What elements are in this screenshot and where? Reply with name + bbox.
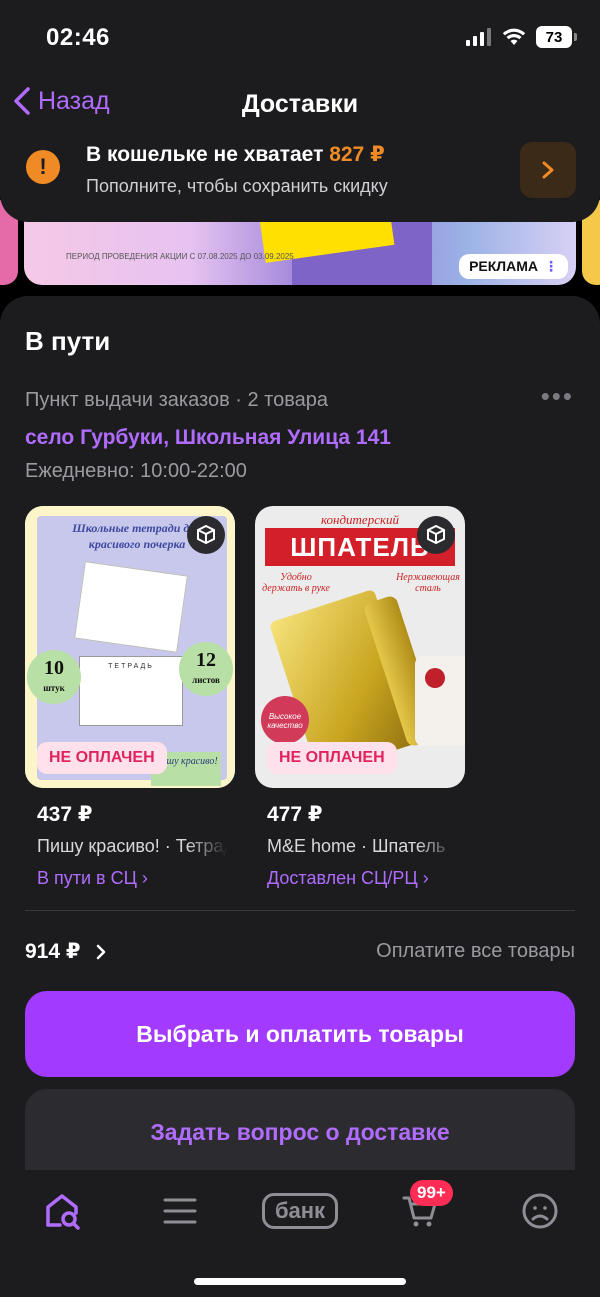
pickup-address[interactable]: село Гурбуки, Школьная Улица 141: [25, 426, 391, 450]
wallet-amount: 827 ₽: [329, 143, 385, 166]
product-image[interactable]: Школьные тетради для красивого почерка Т…: [25, 506, 235, 788]
image-quality-seal: Высокое качество: [261, 696, 309, 744]
home-indicator[interactable]: [194, 1278, 406, 1285]
image-note-left: Удобно держать в руке: [262, 572, 330, 594]
return-box-icon[interactable]: [187, 516, 225, 554]
section-title: В пути: [25, 326, 111, 356]
status-bar: 02:46 73: [0, 0, 600, 76]
badge-sheets-unit: листов: [192, 675, 220, 685]
product-status-link[interactable]: Доставлен СЦ/РЦ ›: [267, 868, 429, 889]
ad-label-text: РЕКЛАМА: [469, 258, 538, 274]
ad-label[interactable]: РЕКЛАМА ⋮: [459, 254, 568, 279]
product-name: M&E home · Шпатель: [267, 836, 457, 857]
product-name: Пишу красиво! · Тетради: [37, 836, 227, 857]
pickup-meta: Пункт выдачи заказов · 2 товара: [25, 389, 328, 411]
product-price: 437 ₽: [37, 803, 93, 826]
battery-level: 73: [545, 28, 563, 46]
image-sheet: [74, 561, 188, 653]
wallet-topup-button[interactable]: [520, 142, 576, 198]
tab-home[interactable]: [32, 1188, 92, 1234]
tab-bank[interactable]: банк: [261, 1188, 339, 1234]
page-title: Доставки: [241, 90, 359, 118]
battery-icon: 73: [536, 26, 577, 48]
return-box-icon[interactable]: [417, 516, 455, 554]
ad-promo-period: ПЕРИОД ПРОВЕДЕНИЯ АКЦИИ С 07.08.2025 ДО …: [66, 252, 294, 261]
image-notebook: ТЕТРАДЬ: [79, 656, 183, 726]
product-price: 477 ₽: [267, 803, 323, 826]
profile-icon: [522, 1193, 558, 1229]
status-icons: 73: [466, 26, 577, 48]
total-amount: 914 ₽: [25, 940, 81, 963]
unpaid-badge: НЕ ОПЛАЧЕН: [37, 742, 167, 774]
badge-count-unit: штук: [43, 683, 65, 693]
delivery-card: В пути Пункт выдачи заказов · 2 товара •…: [0, 296, 600, 1176]
chevron-right-icon: [542, 161, 554, 179]
wallet-alert[interactable]: ! В кошельке не хватает 827 ₽ Пополните,…: [26, 140, 576, 200]
home-search-icon: [46, 1194, 80, 1230]
tab-bar: банк 99+: [0, 1170, 600, 1297]
badge-count-number: 10: [44, 657, 64, 679]
cart-count-badge: 99+: [410, 1180, 453, 1206]
wallet-subtitle: Пополните, чтобы сохранить скидку: [86, 176, 388, 196]
status-time: 02:46: [46, 24, 110, 51]
unpaid-badge: НЕ ОПЛАЧЕН: [267, 742, 397, 774]
more-options-icon[interactable]: •••: [541, 383, 574, 409]
tab-profile[interactable]: [510, 1188, 570, 1234]
image-note-right: Нержавеющая сталь: [396, 572, 460, 594]
tab-catalog[interactable]: [150, 1188, 210, 1234]
product-card[interactable]: Школьные тетради для красивого почерка Т…: [25, 506, 235, 888]
warning-icon: !: [26, 150, 60, 184]
total-amount-button[interactable]: 914 ₽: [25, 939, 106, 964]
notebook-label: ТЕТРАДЬ: [108, 663, 154, 670]
select-and-pay-button[interactable]: Выбрать и оплатить товары: [25, 991, 575, 1077]
product-status-link[interactable]: В пути в СЦ ›: [37, 868, 148, 889]
product-image[interactable]: кондитерский ШПАТЕЛЬ Удобно держать в ру…: [255, 506, 465, 788]
wallet-title: В кошельке не хватает 827 ₽: [86, 142, 385, 167]
divider: [25, 910, 575, 911]
wallet-title-text: В кошельке не хватает: [86, 143, 324, 166]
chevron-right-icon: [97, 944, 106, 959]
image-badge-count: 10 штук: [27, 650, 81, 704]
image-badge-sheets: 12 листов: [179, 642, 233, 696]
more-vertical-icon: ⋮: [544, 258, 558, 274]
wifi-icon: [502, 28, 526, 45]
ask-delivery-question-button[interactable]: Задать вопрос о доставке: [25, 1089, 575, 1175]
bank-icon: банк: [261, 1193, 339, 1229]
pay-all-hint: Оплатите все товары: [376, 940, 575, 962]
product-card[interactable]: кондитерский ШПАТЕЛЬ Удобно держать в ру…: [255, 506, 465, 888]
image-berry: [425, 668, 445, 688]
bank-label: банк: [274, 1198, 326, 1223]
signal-icon: [466, 28, 491, 46]
pickup-hours: Ежедневно: 10:00-22:00: [25, 460, 247, 482]
badge-sheets-number: 12: [196, 649, 216, 671]
catalog-icon: [163, 1198, 197, 1224]
